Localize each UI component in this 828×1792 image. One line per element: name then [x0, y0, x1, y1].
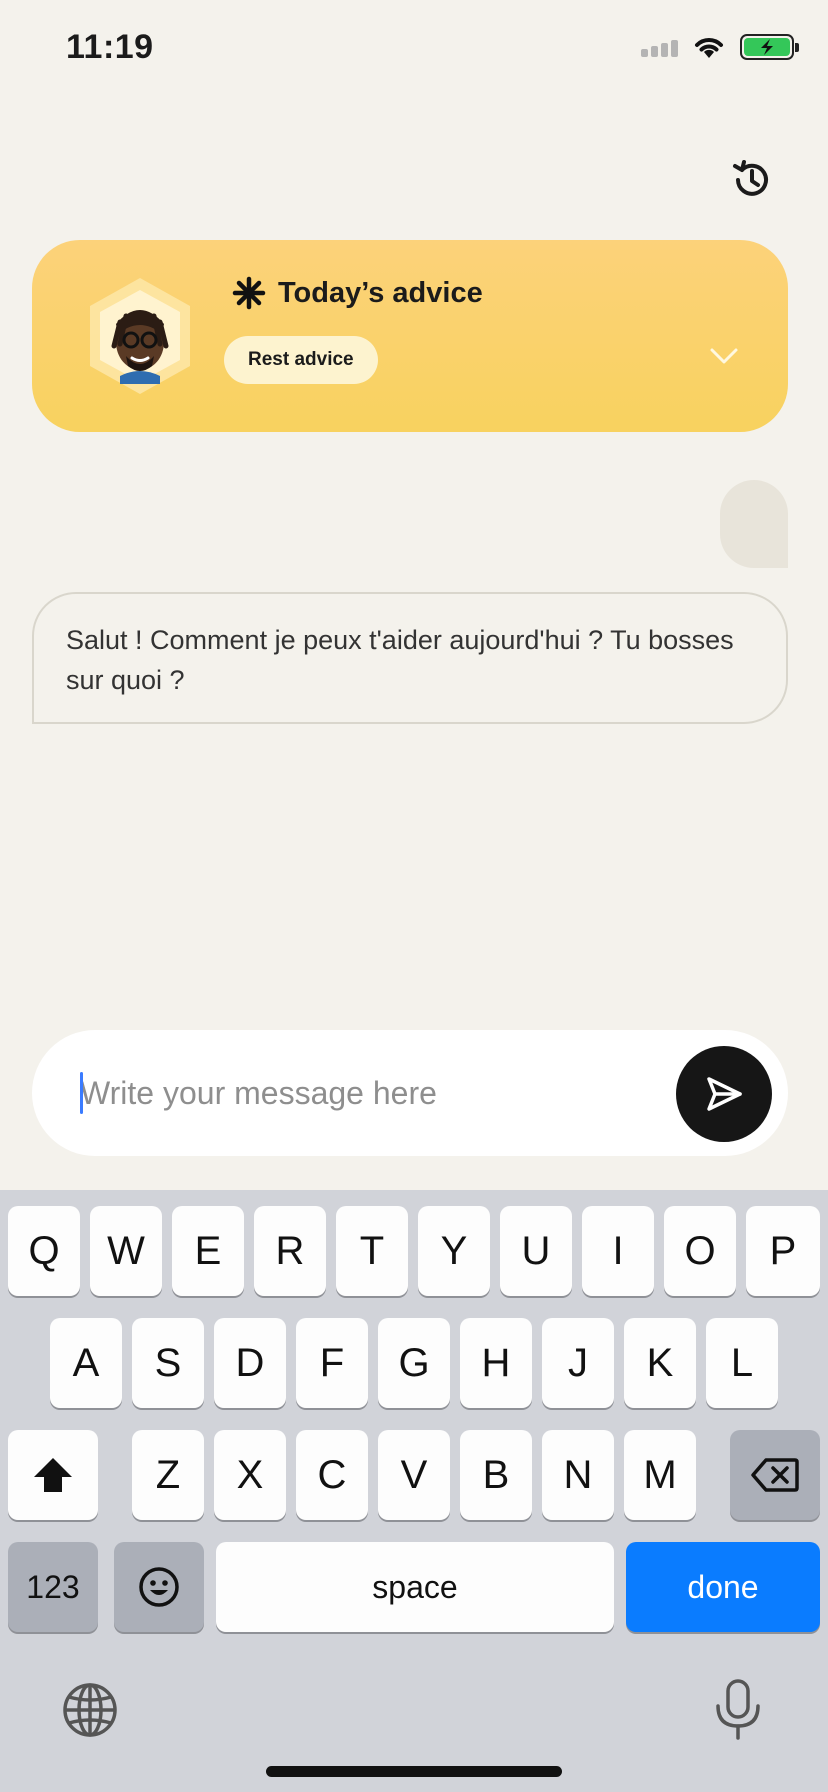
battery-charging-icon [740, 34, 799, 60]
status-bar: 11:19 [0, 0, 828, 100]
key-k[interactable]: K [624, 1318, 696, 1408]
key-t[interactable]: T [336, 1206, 408, 1296]
key-f[interactable]: F [296, 1318, 368, 1408]
chevron-down-icon[interactable] [708, 344, 740, 368]
shift-key[interactable] [8, 1430, 98, 1520]
cellular-signal-icon [641, 37, 678, 57]
send-button[interactable] [676, 1046, 772, 1142]
backspace-key[interactable] [730, 1430, 820, 1520]
advice-title: Today’s advice [278, 276, 483, 309]
send-icon [707, 1077, 742, 1111]
status-time: 11:19 [66, 28, 154, 66]
key-a[interactable]: A [50, 1318, 122, 1408]
advice-card[interactable]: Today’s advice Rest advice [32, 240, 788, 432]
history-icon [733, 160, 768, 196]
key-p[interactable]: P [746, 1206, 820, 1296]
key-d[interactable]: D [214, 1318, 286, 1408]
avatar [76, 272, 204, 400]
history-button[interactable] [728, 156, 776, 204]
message-composer [32, 1030, 788, 1156]
backspace-icon [751, 1458, 799, 1492]
space-key[interactable]: space [216, 1542, 614, 1632]
key-z[interactable]: Z [132, 1430, 204, 1520]
key-y[interactable]: Y [418, 1206, 490, 1296]
key-n[interactable]: N [542, 1430, 614, 1520]
emoji-icon [139, 1567, 179, 1607]
wifi-icon [695, 38, 723, 58]
sparkle-icon [232, 276, 266, 310]
key-m[interactable]: M [624, 1430, 696, 1520]
emoji-key[interactable] [114, 1542, 204, 1632]
status-icons [641, 34, 799, 60]
done-key[interactable]: done [626, 1542, 820, 1632]
key-r[interactable]: R [254, 1206, 326, 1296]
assistant-message-bubble: Salut ! Comment je peux t'aider aujourd'… [32, 592, 788, 724]
key-e[interactable]: E [172, 1206, 244, 1296]
text-caret [80, 1072, 83, 1114]
message-input[interactable] [80, 1030, 640, 1156]
key-g[interactable]: G [378, 1318, 450, 1408]
key-l[interactable]: L [706, 1318, 778, 1408]
globe-icon[interactable] [62, 1682, 118, 1738]
key-b[interactable]: B [460, 1430, 532, 1520]
numbers-key[interactable]: 123 [8, 1542, 98, 1632]
key-v[interactable]: V [378, 1430, 450, 1520]
key-o[interactable]: O [664, 1206, 736, 1296]
key-q[interactable]: Q [8, 1206, 80, 1296]
key-s[interactable]: S [132, 1318, 204, 1408]
shift-icon [34, 1458, 72, 1492]
on-screen-keyboard: Q W E R T Y U I O P A S D F G H J K L Z … [0, 1190, 828, 1792]
user-message-bubble [720, 480, 788, 568]
advice-category-chip[interactable]: Rest advice [224, 336, 378, 384]
key-x[interactable]: X [214, 1430, 286, 1520]
key-u[interactable]: U [500, 1206, 572, 1296]
key-h[interactable]: H [460, 1318, 532, 1408]
key-i[interactable]: I [582, 1206, 654, 1296]
key-w[interactable]: W [90, 1206, 162, 1296]
home-indicator[interactable] [266, 1766, 562, 1777]
key-j[interactable]: J [542, 1318, 614, 1408]
advice-title-row: Today’s advice [232, 276, 483, 310]
microphone-icon[interactable] [712, 1678, 764, 1742]
key-c[interactable]: C [296, 1430, 368, 1520]
